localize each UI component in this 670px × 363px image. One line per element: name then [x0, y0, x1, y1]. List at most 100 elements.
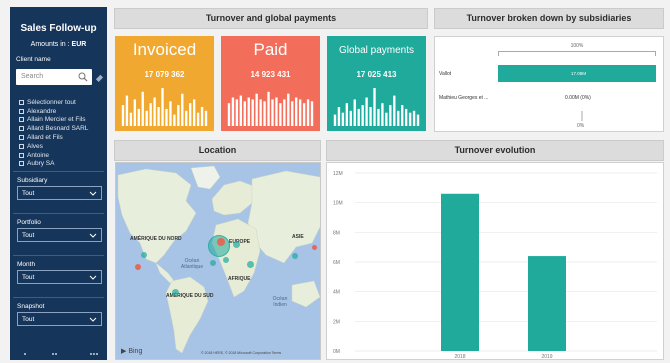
page-dot[interactable] [90, 353, 92, 355]
map-bubble[interactable] [233, 241, 240, 248]
page-dots[interactable] [10, 353, 107, 359]
checkbox[interactable] [19, 117, 24, 123]
client-item[interactable]: Alexandre [19, 107, 105, 116]
amount-label: Amounts in : [30, 41, 70, 48]
spark-bar [227, 103, 231, 126]
subsidiary-name: Mathieu Georges et ... [439, 95, 489, 101]
snapshot-dropdown[interactable]: Tout [17, 312, 102, 326]
page-dot[interactable] [93, 353, 95, 355]
kpi-value: 17 025 413 [356, 70, 397, 79]
subsidiary-dropdown[interactable]: Tout [17, 186, 102, 200]
map-provider: Bing [128, 348, 143, 355]
client-label: Allard Besnard SARL [27, 125, 89, 133]
header-evolution: Turnover evolution [326, 140, 664, 161]
page-dot[interactable] [52, 353, 54, 355]
map-bubble[interactable] [312, 245, 317, 250]
month-dropdown[interactable]: Tout [17, 270, 102, 284]
spark-bar [337, 107, 341, 126]
spark-bar [291, 101, 294, 126]
checkbox[interactable] [19, 152, 24, 158]
subsidiary-value: Tout [22, 190, 35, 197]
client-item[interactable]: Sélectionner tout [19, 98, 105, 107]
spark-bar [295, 97, 298, 126]
spark-bar [133, 99, 137, 126]
spark-bar [137, 108, 140, 126]
snapshot-label: Snapshot [17, 303, 45, 310]
axis-min-tick [581, 111, 583, 121]
spark-bar [404, 108, 408, 126]
kpi-sparkbars [121, 88, 208, 126]
column-bar[interactable] [528, 256, 566, 351]
checkbox[interactable] [19, 108, 24, 114]
x-tick-label: 2018 [454, 354, 465, 360]
header-location: Location [114, 140, 321, 161]
kpi-value: 14 923 431 [250, 70, 291, 79]
spark-bar [259, 99, 262, 126]
checkbox[interactable] [19, 161, 24, 167]
eraser-icon[interactable] [95, 73, 104, 82]
search-icon[interactable] [78, 72, 88, 82]
spark-bar [169, 101, 172, 126]
client-search-input[interactable]: Search [16, 69, 92, 85]
divider [13, 213, 104, 214]
client-item[interactable]: Allain Mercier et Fils [19, 116, 105, 125]
y-tick-label: 2M [333, 319, 340, 325]
spark-bar [408, 112, 412, 126]
client-item[interactable]: Aubry SA [19, 160, 105, 169]
continent-label: AMÉRIQUE DU NORD [130, 236, 182, 242]
spark-bar [247, 97, 250, 126]
spark-bar [251, 99, 254, 126]
kpi-title: Global payments [338, 45, 415, 56]
spark-bar [416, 114, 420, 126]
spark-bar [196, 112, 200, 126]
spark-bar [341, 112, 345, 126]
map-bubble[interactable] [141, 252, 147, 258]
spark-bar [165, 108, 168, 126]
page-dot[interactable] [55, 353, 57, 355]
map-bubble[interactable] [247, 261, 254, 268]
client-item[interactable]: Allard et Fils [19, 133, 105, 142]
client-item[interactable]: Antoine [19, 151, 105, 160]
header-turnover-payments: Turnover and global payments [114, 8, 428, 29]
spark-bar [185, 110, 188, 126]
checkbox[interactable] [19, 143, 24, 149]
spark-bar [389, 105, 392, 126]
map-copyright[interactable]: © 2018 HERE, © 2018 Microsoft Corporatio… [201, 351, 281, 355]
spark-bar [161, 88, 164, 126]
map-bubble[interactable] [223, 257, 229, 263]
spark-bar [373, 88, 376, 126]
map-bubble[interactable] [217, 238, 225, 246]
portfolio-dropdown[interactable]: Tout [17, 228, 102, 242]
spark-bar [397, 110, 400, 126]
kpi-title: Paid [253, 40, 288, 59]
kpi-sparkbars [333, 88, 420, 126]
page-dot[interactable] [96, 353, 98, 355]
x-tick-label: 2019 [541, 354, 552, 360]
subsidiary-bar-value: 17.08M [571, 71, 587, 76]
client-item[interactable]: Alves [19, 142, 105, 151]
client-label: Antoine [27, 151, 50, 159]
location-map[interactable]: AMÉRIQUE DU NORD EUROPE ASIE AFRIQUE AMÉ… [115, 162, 321, 360]
search-placeholder: Search [21, 73, 44, 80]
column-bar[interactable] [441, 193, 479, 351]
column-chart-svg: 0M 2M 4M 6M 8M 10M 12M 2018 2019 [333, 171, 657, 360]
page-dot[interactable] [24, 353, 26, 355]
spark-bar [365, 97, 368, 126]
y-tick-label: 4M [333, 290, 340, 296]
checkbox[interactable] [19, 135, 24, 141]
checkbox[interactable] [19, 99, 24, 105]
spark-bar [239, 95, 243, 126]
month-value: Tout [22, 274, 35, 281]
continent-label: ASIE [292, 234, 304, 240]
client-item[interactable]: Allard Besnard SARL [19, 124, 105, 133]
map-bubble[interactable] [210, 260, 216, 266]
map-bubble[interactable] [172, 289, 179, 296]
ocean-label: Océan Atlantique [180, 258, 204, 270]
spark-bar [333, 114, 337, 126]
checkbox[interactable] [19, 126, 24, 132]
client-list: Sélectionner tout Alexandre Allain Merci… [19, 98, 105, 168]
kpi-global-payments-card: Global payments 17 025 413 [327, 36, 426, 131]
kpi-sparkbars [227, 91, 314, 126]
map-bubble[interactable] [135, 264, 141, 270]
map-bubble[interactable] [292, 253, 298, 259]
